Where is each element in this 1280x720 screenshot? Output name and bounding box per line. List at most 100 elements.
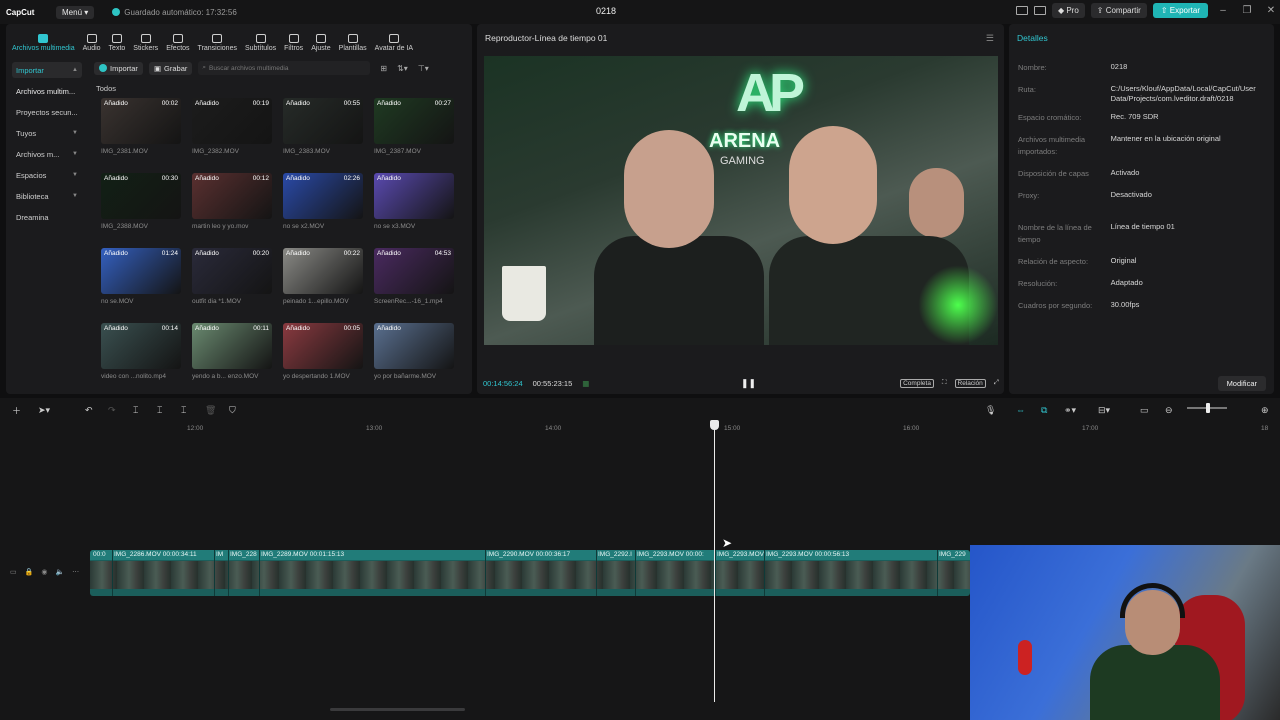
time-ruler[interactable]: 12:00 13:00 14:00 15:00 16:00 17:00 18 xyxy=(90,422,1280,436)
visibility-icon[interactable]: ◉ xyxy=(41,568,47,576)
preview-axis-icon[interactable]: ⊟▾ xyxy=(1098,405,1110,416)
clip-boundary[interactable] xyxy=(596,550,597,596)
media-thumbnail[interactable]: Añadido 04:53 xyxy=(374,248,454,294)
media-search-input[interactable]: ⌕ Buscar archivos multimedia xyxy=(198,61,371,75)
sidebar-item-4[interactable]: Archivos m... ▼ xyxy=(12,146,82,162)
media-thumbnail[interactable]: Añadido 00:11 xyxy=(192,323,272,369)
media-thumbnail[interactable]: Añadido xyxy=(374,173,454,219)
clip-boundary[interactable] xyxy=(112,550,113,596)
main-video-track[interactable]: 00:0 IMG_2286.MOV 00:00:34:11 IM IMG_228 IMG… xyxy=(90,550,970,596)
shortcut-icon[interactable] xyxy=(1033,6,1046,15)
media-card[interactable]: Añadido 00:22 peinado 1...epillo.MOV xyxy=(283,248,363,305)
media-thumbnail[interactable]: Añadido 00:02 xyxy=(101,98,181,144)
sort-icon[interactable]: ⇅▾ xyxy=(397,64,408,73)
media-card[interactable]: Añadido 00:20 outfit dia *1.MOV xyxy=(192,248,272,305)
media-thumbnail[interactable]: Añadido 00:30 xyxy=(101,173,181,219)
clip-boundary[interactable] xyxy=(228,550,229,596)
import-button[interactable]: Importar xyxy=(94,61,143,75)
media-card[interactable]: Añadido 00:05 yo despertando 1.MOV xyxy=(283,323,363,380)
zoom-slider-knob[interactable] xyxy=(1206,403,1210,413)
export-button[interactable]: ⇧ Exportar xyxy=(1152,3,1208,18)
microphone-icon[interactable]: 🎙 xyxy=(985,405,996,416)
player-menu-icon[interactable]: ☰ xyxy=(986,33,994,44)
media-card[interactable]: Añadido 00:12 martin leo y yo.mov xyxy=(192,173,272,230)
modify-button[interactable]: Modificar xyxy=(1217,376,1266,391)
sidebar-item-7[interactable]: Dreamina xyxy=(12,209,82,225)
media-card[interactable]: Añadido no se x3.MOV xyxy=(374,173,454,230)
media-thumbnail[interactable]: Añadido 01:24 xyxy=(101,248,181,294)
media-thumbnail[interactable]: Añadido 02:26 xyxy=(283,173,363,219)
tool-media[interactable]: Archivos multimedia xyxy=(8,34,79,52)
clip-boundary[interactable] xyxy=(485,550,486,596)
media-card[interactable]: Añadido 02:26 no se x2.MOV xyxy=(283,173,363,230)
tool-avatar[interactable]: Avatar de IA xyxy=(371,34,417,52)
fullscreen-icon[interactable]: ⤢ xyxy=(994,379,999,387)
media-card[interactable]: Añadido 00:19 IMG_2382.MOV xyxy=(192,98,272,155)
tool-filter[interactable]: Filtros xyxy=(280,34,307,52)
zoom-out-icon[interactable]: ⊖ xyxy=(1165,405,1173,416)
layout-icon[interactable] xyxy=(1015,6,1028,15)
tool-sticker[interactable]: Stickers xyxy=(129,34,162,52)
media-thumbnail[interactable]: Añadido 00:05 xyxy=(283,323,363,369)
caption-icon[interactable]: ▭ xyxy=(1140,405,1149,416)
tool-adjust[interactable]: Ajuste xyxy=(307,34,334,52)
media-thumbnail[interactable]: Añadido xyxy=(374,323,454,369)
delete-icon[interactable]: 🗑 xyxy=(205,405,216,416)
media-card[interactable]: Añadido 04:53 ScreenRec...-16_1.mp4 xyxy=(374,248,454,305)
media-card[interactable]: Añadido 00:55 IMG_2383.MOV xyxy=(283,98,363,155)
media-thumbnail[interactable]: Añadido 00:19 xyxy=(192,98,272,144)
media-card[interactable]: Añadido 00:14 video con ...nolito.mp4 xyxy=(101,323,181,380)
video-preview[interactable]: AP ARENA GAMING xyxy=(484,56,998,345)
add-track-icon[interactable]: ＋ xyxy=(12,404,21,417)
tool-subtitles[interactable]: Subtítulos xyxy=(241,34,280,52)
cover-icon[interactable]: ▭ xyxy=(10,568,17,576)
playhead-line[interactable] xyxy=(714,420,715,702)
sidebar-item-1[interactable]: Archivos multim... xyxy=(12,83,82,99)
media-card[interactable]: Añadido 00:30 IMG_2388.MOV xyxy=(101,173,181,230)
crop-icon[interactable]: ⛶ xyxy=(942,379,947,387)
sidebar-item-5[interactable]: Espacios ▼ xyxy=(12,167,82,183)
sidebar-item-2[interactable]: Proyectos secun... xyxy=(12,104,82,120)
media-card[interactable]: Añadido 00:27 IMG_2387.MOV xyxy=(374,98,454,155)
undo-icon[interactable]: ↶ xyxy=(85,405,93,416)
clip-boundary[interactable] xyxy=(937,550,938,596)
media-thumbnail[interactable]: Añadido 00:20 xyxy=(192,248,272,294)
clip-boundary[interactable] xyxy=(635,550,636,596)
close-icon[interactable]: ✕ xyxy=(1262,5,1280,16)
delete-right-icon[interactable]: ⌶ xyxy=(181,405,186,416)
full-quality-button[interactable]: Completa xyxy=(900,378,934,388)
timeline-scrollbar[interactable] xyxy=(330,708,465,711)
playhead-handle[interactable] xyxy=(710,420,719,430)
lock-icon[interactable]: 🔒 xyxy=(25,568,34,576)
pause-button[interactable]: ❚❚ xyxy=(741,378,756,389)
record-button[interactable]: ▣ Grabar xyxy=(148,61,193,75)
split-icon[interactable]: ⌶ xyxy=(133,405,138,416)
delete-left-icon[interactable]: ⌶ xyxy=(157,405,162,416)
media-thumbnail[interactable]: Añadido 00:12 xyxy=(192,173,272,219)
tool-transition[interactable]: Transiciones xyxy=(194,34,241,52)
aspect-ratio-button[interactable]: Relación xyxy=(954,378,986,388)
redo-icon[interactable]: ↷ xyxy=(108,405,116,416)
media-thumbnail[interactable]: Añadido 00:14 xyxy=(101,323,181,369)
tool-effects[interactable]: Efectos xyxy=(162,34,193,52)
share-button[interactable]: ⇪ Compartir xyxy=(1090,3,1147,18)
tool-audio[interactable]: Audio xyxy=(79,34,105,52)
pro-button[interactable]: ◆ Pro xyxy=(1051,3,1085,18)
clip-boundary[interactable] xyxy=(715,550,716,596)
marker-icon[interactable]: ⛉ xyxy=(229,405,236,416)
sidebar-item-3[interactable]: Tuyos ▼ xyxy=(12,125,82,141)
clip-boundary[interactable] xyxy=(259,550,260,596)
select-tool-icon[interactable]: ➤▾ xyxy=(38,405,50,416)
media-card[interactable]: Añadido 00:02 IMG_2381.MOV xyxy=(101,98,181,155)
clip-boundary[interactable] xyxy=(764,550,765,596)
media-thumbnail[interactable]: Añadido 00:55 xyxy=(283,98,363,144)
media-card[interactable]: Añadido yo por bañarme.MOV xyxy=(374,323,454,380)
clip-boundary[interactable] xyxy=(214,550,215,596)
media-card[interactable]: Añadido 01:24 no se.MOV xyxy=(101,248,181,305)
tool-template[interactable]: Plantillas xyxy=(335,34,371,52)
media-card[interactable]: Añadido 00:11 yendo a b... enzo.MOV xyxy=(192,323,272,380)
media-thumbnail[interactable]: Añadido 00:27 xyxy=(374,98,454,144)
filter-icon[interactable]: ⊤▾ xyxy=(418,64,429,73)
minimize-icon[interactable]: – xyxy=(1214,5,1232,16)
restore-icon[interactable]: ❐ xyxy=(1238,5,1256,16)
